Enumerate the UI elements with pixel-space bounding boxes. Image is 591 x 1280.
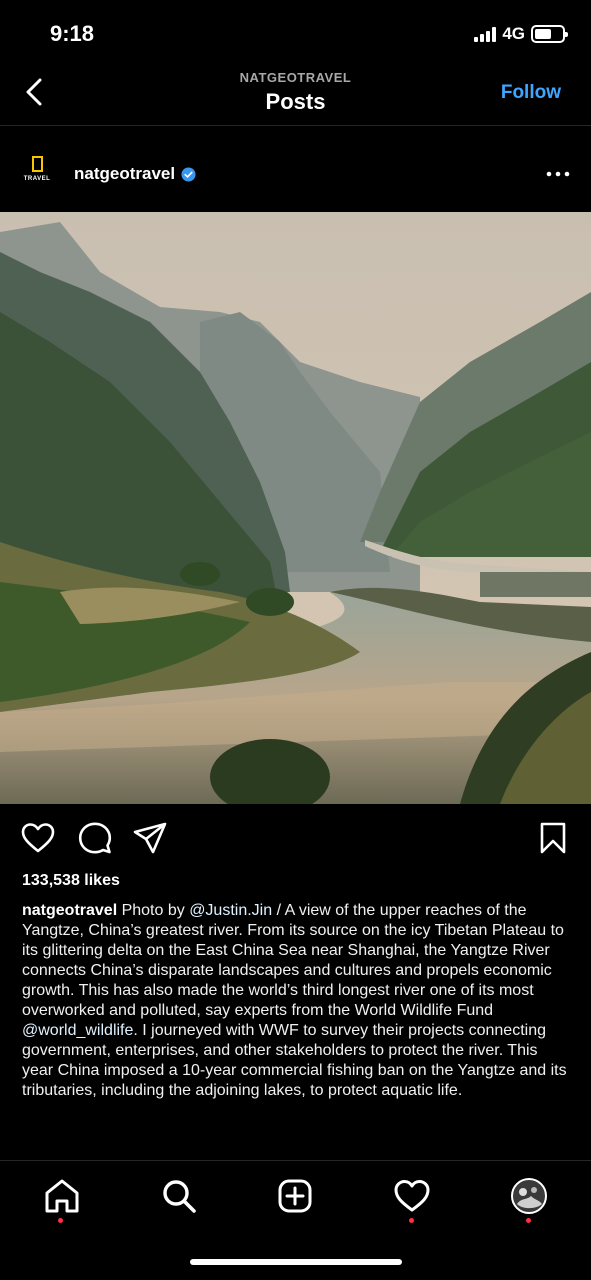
more-options-button[interactable] xyxy=(543,162,573,186)
likes-count[interactable]: 133,538 likes xyxy=(22,872,120,890)
follow-button[interactable]: Follow xyxy=(501,82,561,104)
like-button[interactable] xyxy=(20,820,56,856)
bookmark-icon xyxy=(540,822,566,854)
tab-activity[interactable] xyxy=(392,1176,432,1216)
caption-text-1: Photo by xyxy=(117,902,190,919)
notification-dot xyxy=(526,1218,531,1223)
battery-icon xyxy=(531,25,568,43)
add-post-icon xyxy=(278,1179,312,1213)
home-indicator[interactable] xyxy=(190,1259,402,1265)
caption-username[interactable]: natgeotravel xyxy=(22,902,117,919)
share-button[interactable] xyxy=(132,820,168,856)
profile-avatar xyxy=(511,1178,547,1214)
nat-geo-logo-icon xyxy=(31,156,43,172)
signal-icon xyxy=(474,26,497,42)
avatar[interactable]: TRAVEL xyxy=(18,156,56,194)
search-icon xyxy=(163,1180,196,1213)
save-button[interactable] xyxy=(535,820,571,856)
avatar-label: TRAVEL xyxy=(23,176,51,182)
tab-home[interactable] xyxy=(42,1176,82,1216)
notification-dot xyxy=(58,1218,63,1223)
caption-text-2: / A view of the upper reaches of the Yan… xyxy=(22,902,564,1019)
activity-icon xyxy=(394,1180,430,1212)
home-icon xyxy=(45,1179,79,1213)
tab-create[interactable] xyxy=(275,1176,315,1216)
nav-header: NATGEOTRAVEL Posts Follow xyxy=(0,62,591,126)
username-text: natgeotravel xyxy=(74,164,176,183)
caption-mention-photographer[interactable]: @Justin.Jin xyxy=(189,902,272,919)
post-username[interactable]: natgeotravel xyxy=(74,164,196,184)
notification-dot xyxy=(409,1218,414,1223)
verified-badge-icon xyxy=(181,166,196,182)
tab-search[interactable] xyxy=(159,1176,199,1216)
comment-button[interactable] xyxy=(77,820,113,856)
status-indicators: 4G xyxy=(474,24,568,44)
status-bar: 9:18 4G xyxy=(0,0,591,70)
more-dots-icon xyxy=(546,171,570,177)
river-gorge-image xyxy=(0,212,591,804)
tab-profile[interactable] xyxy=(509,1176,549,1216)
heart-icon xyxy=(21,823,55,853)
network-label: 4G xyxy=(502,24,525,43)
post-actions xyxy=(0,818,591,862)
comment-icon xyxy=(78,822,112,854)
share-icon xyxy=(133,822,167,854)
status-time: 9:18 xyxy=(50,21,95,46)
post-header: TRAVEL natgeotravel xyxy=(0,140,591,210)
post-photo[interactable] xyxy=(0,212,591,804)
post-caption: natgeotravel Photo by @Justin.Jin / A vi… xyxy=(22,901,572,1101)
caption-mention-wwf[interactable]: @world_wildlife xyxy=(22,1022,133,1039)
